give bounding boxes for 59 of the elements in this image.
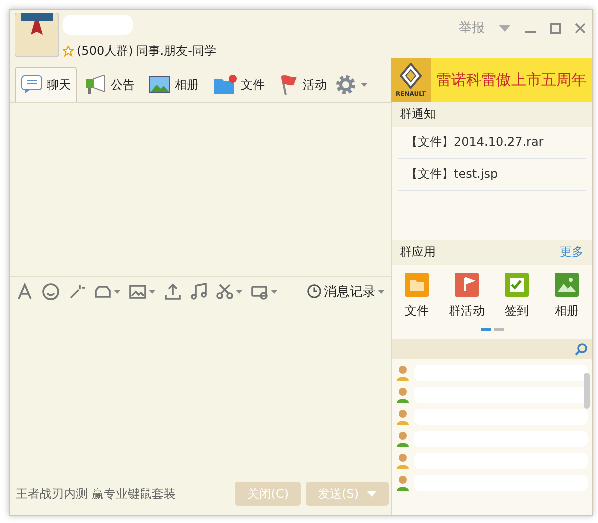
section-title: 群应用 <box>400 244 436 261</box>
mountain-icon <box>555 273 579 297</box>
person-icon <box>396 431 410 447</box>
group-category: 同事.朋友-同学 <box>136 43 216 60</box>
redacted-area <box>63 15 133 35</box>
search-icon <box>575 342 588 356</box>
message-history[interactable]: 消息记录 <box>307 282 385 300</box>
caret-icon <box>271 290 278 294</box>
tab[interactable]: 相册 <box>143 67 205 102</box>
folder-icon <box>405 273 429 297</box>
notice-item[interactable]: 【文件】2014.10.27.rar <box>398 127 586 159</box>
person-icon <box>396 409 410 425</box>
tab[interactable]: 公告 <box>79 67 141 102</box>
tab[interactable]: 文件 <box>207 67 271 102</box>
emoji-icon[interactable] <box>42 282 60 300</box>
close-icon[interactable] <box>575 22 586 34</box>
megaphone-icon <box>85 75 107 95</box>
tab[interactable]: 活动 <box>273 67 333 102</box>
caret-icon <box>361 83 368 87</box>
app-item[interactable]: 相册 <box>542 273 592 320</box>
scrollbar[interactable] <box>584 373 590 409</box>
member-count: (500人群) <box>77 43 134 60</box>
person-icon <box>396 475 410 491</box>
font-icon[interactable] <box>16 282 34 300</box>
caret-icon <box>367 491 377 497</box>
section-title: 群通知 <box>400 106 436 123</box>
caret-icon <box>378 290 385 294</box>
flag-icon <box>279 74 299 96</box>
chat-icon <box>21 75 43 95</box>
group-avatar <box>15 13 59 57</box>
caret-icon <box>236 290 243 294</box>
upload-icon[interactable] <box>164 282 182 300</box>
ad-text[interactable]: 王者战刃内测 赢专业键鼠套装 <box>16 486 230 502</box>
caret-icon <box>149 290 156 294</box>
dropdown-icon[interactable] <box>499 24 511 32</box>
flag-icon <box>455 273 479 297</box>
clock-icon <box>307 284 322 299</box>
star-icon <box>63 46 74 57</box>
image-icon[interactable] <box>129 282 147 300</box>
tab[interactable]: 聊天 <box>15 67 77 102</box>
person-icon <box>396 387 410 403</box>
checkbox-icon <box>505 273 529 297</box>
caret-icon <box>114 290 121 294</box>
scissors-icon[interactable] <box>216 282 234 300</box>
banner-text: 雷诺科雷傲上市五周年 <box>431 58 592 102</box>
person-icon <box>396 365 410 381</box>
member-search-field[interactable] <box>392 339 592 359</box>
photo-icon <box>149 75 171 95</box>
folder-icon <box>213 75 237 95</box>
settings-icon[interactable] <box>335 74 357 96</box>
history-label: 消息记录 <box>324 284 376 300</box>
app-item[interactable]: 签到 <box>492 273 542 320</box>
app-item[interactable]: 群活动 <box>442 273 492 320</box>
person-icon <box>396 453 410 469</box>
music-icon[interactable] <box>190 282 208 300</box>
notice-item[interactable]: 【文件】test.jsp <box>398 159 586 191</box>
magic-wand-icon[interactable] <box>68 282 86 300</box>
maximize-icon[interactable] <box>550 22 561 34</box>
app-item[interactable]: 文件 <box>392 273 442 320</box>
